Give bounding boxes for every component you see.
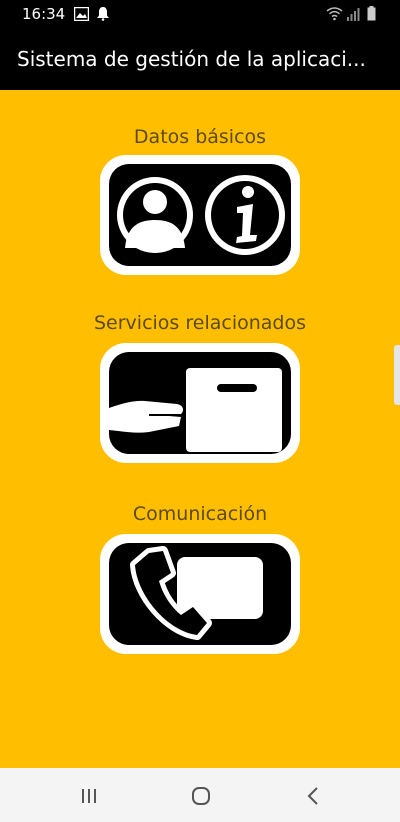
service-delivery-icon: [109, 352, 291, 454]
recent-apps-icon[interactable]: [74, 784, 104, 808]
datos-basicos-button[interactable]: [100, 155, 300, 275]
status-bar: 16:34: [0, 0, 400, 28]
status-time: 16:34: [22, 5, 66, 23]
phone-message-icon: [109, 543, 291, 645]
image-icon: [73, 6, 90, 25]
signal-icon: [346, 6, 360, 25]
battery-icon: [367, 6, 376, 25]
section-label-datos-basicos: Datos básicos: [133, 126, 267, 148]
wifi-icon: [326, 6, 343, 25]
section-label-servicios-relacionados: Servicios relacionados: [94, 312, 306, 334]
back-icon[interactable]: [298, 784, 328, 808]
app-title: Sistema de gestión de la aplicaci...: [17, 47, 366, 71]
edge-scroll-handle[interactable]: [394, 345, 400, 405]
alarm-icon: [96, 6, 110, 25]
servicios-relacionados-button[interactable]: [100, 343, 300, 463]
navigation-bar: [0, 768, 400, 822]
user-info-icon: [109, 164, 291, 266]
home-icon[interactable]: [186, 784, 216, 808]
main-content: Datos básicos Servicios relacionados Com…: [0, 90, 400, 768]
app-bar: Sistema de gestión de la aplicaci...: [0, 28, 400, 90]
section-label-comunicacion: Comunicación: [132, 503, 268, 525]
comunicacion-button[interactable]: [100, 534, 300, 654]
